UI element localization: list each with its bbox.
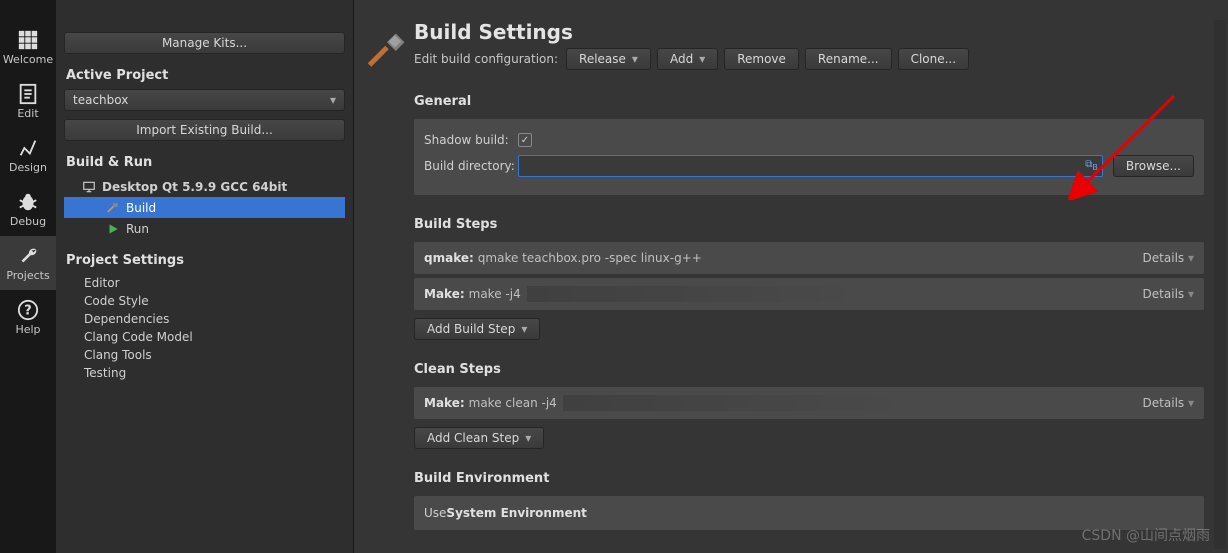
settings-codestyle[interactable]: Code Style [84,292,345,310]
mode-edit[interactable]: Edit [0,74,56,128]
variable-chooser-icon[interactable]: ⧉B [1085,159,1098,172]
svg-text:?: ? [24,303,31,318]
build-steps-heading: Build Steps [414,217,1204,232]
kit-tree: Desktop Qt 5.9.9 GCC 64bit Build Run [64,176,345,239]
mode-projects[interactable]: Projects [0,236,56,290]
wrench-icon [17,245,39,267]
mode-label: Edit [17,107,38,120]
settings-testing[interactable]: Testing [84,364,345,382]
grid-icon [17,29,39,51]
settings-dependencies[interactable]: Dependencies [84,310,345,328]
monitor-icon [82,180,96,194]
browse-button[interactable]: Browse... [1113,155,1194,177]
document-icon [17,83,39,105]
build-node[interactable]: Build [64,197,345,218]
active-project-combo[interactable]: teachbox [64,89,345,111]
build-env-panel[interactable]: Use System Environment [414,496,1204,530]
rename-config-button[interactable]: Rename... [805,48,892,70]
add-clean-step-button[interactable]: Add Clean Step [414,427,544,449]
help-icon: ? [17,299,39,321]
mode-label: Welcome [3,53,53,66]
bug-icon [17,191,39,213]
build-run-heading: Build & Run [66,155,345,170]
project-settings-list: Editor Code Style Dependencies Clang Cod… [84,274,345,382]
settings-clang-model[interactable]: Clang Code Model [84,328,345,346]
clean-step-make[interactable]: Make: make clean -j4 Details [414,387,1204,419]
project-settings-heading: Project Settings [66,253,345,268]
general-panel: Shadow build: ✓ Build directory: ⧉B Brow… [414,119,1204,195]
details-toggle[interactable]: Details [1143,251,1194,265]
clone-config-button[interactable]: Clone... [898,48,970,70]
mode-label: Debug [10,215,46,228]
edit-config-label: Edit build configuration: [414,52,558,66]
manage-kits-button[interactable]: Manage Kits... [64,32,345,54]
projects-sidebar: Manage Kits... Active Project teachbox I… [56,0,354,553]
config-select[interactable]: Release [566,48,651,70]
run-node[interactable]: Run [64,218,345,239]
mode-design[interactable]: Design [0,128,56,182]
build-step-qmake[interactable]: qmake: qmake teachbox.pro -spec linux-g+… [414,242,1204,274]
mode-label: Projects [6,269,49,282]
build-directory-input[interactable]: ⧉B [518,155,1103,177]
page-title: Build Settings [414,20,969,44]
settings-editor[interactable]: Editor [84,274,345,292]
kit-item[interactable]: Desktop Qt 5.9.9 GCC 64bit [64,176,345,197]
shadow-build-label: Shadow build: [424,133,518,147]
build-step-make[interactable]: Make: make -j4 Details [414,278,1204,310]
active-project-heading: Active Project [66,68,345,83]
import-build-button[interactable]: Import Existing Build... [64,119,345,141]
brush-icon [17,137,39,159]
add-config-button[interactable]: Add [657,48,718,70]
build-dir-label: Build directory: [424,159,518,173]
remove-config-button[interactable]: Remove [724,48,799,70]
add-build-step-button[interactable]: Add Build Step [414,318,540,340]
mode-label: Design [9,161,47,174]
mode-label: Help [15,323,40,336]
general-heading: General [414,94,1204,109]
mode-debug[interactable]: Debug [0,182,56,236]
mode-welcome[interactable]: Welcome [0,20,56,74]
clean-steps-heading: Clean Steps [414,362,1204,377]
mode-iconbar: Welcome Edit Design Debug Projects ? Hel… [0,0,56,553]
build-env-heading: Build Environment [414,471,1204,486]
play-icon [106,222,120,236]
details-toggle[interactable]: Details [1143,396,1194,410]
details-toggle[interactable]: Details [1143,287,1194,301]
hammer-icon [106,201,120,215]
mode-help[interactable]: ? Help [0,290,56,344]
settings-clang-tools[interactable]: Clang Tools [84,346,345,364]
build-settings-pane: Build Settings Edit build configuration:… [354,0,1228,553]
hammer-icon [366,30,408,72]
shadow-build-checkbox[interactable]: ✓ [518,133,532,147]
vertical-scrollbar[interactable] [1214,20,1226,549]
